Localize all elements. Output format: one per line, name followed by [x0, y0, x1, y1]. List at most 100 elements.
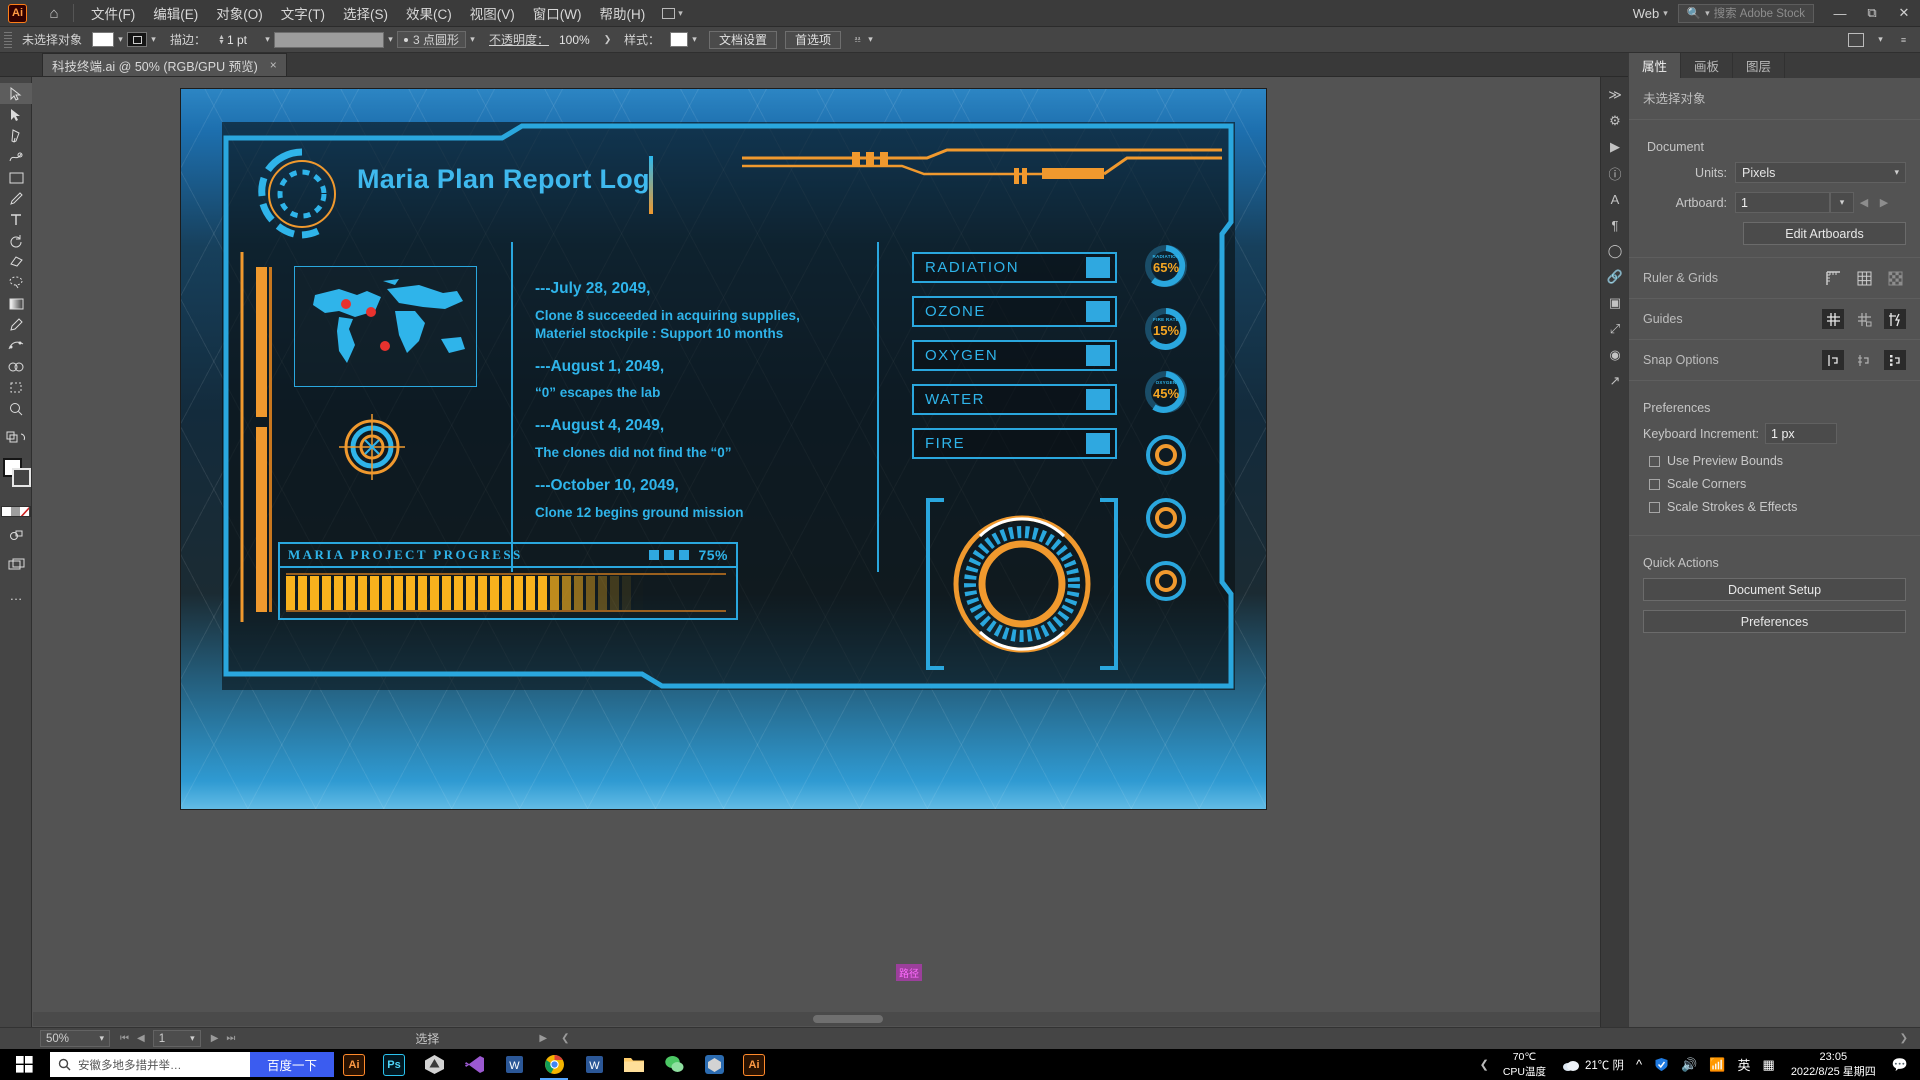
fill-stroke-swap-icon[interactable] — [0, 427, 32, 448]
lock-guides-icon[interactable] — [1853, 309, 1875, 329]
artboards-rail-icon[interactable]: ▣ — [1601, 290, 1629, 316]
maximize-button[interactable]: ⧉ — [1856, 0, 1888, 27]
style-chevron-icon[interactable]: ▾ — [688, 34, 701, 45]
status-back-icon[interactable]: ❮ — [561, 1033, 569, 1044]
quick-action-preferences[interactable]: Preferences — [1643, 610, 1906, 633]
menu-select[interactable]: 选择(S) — [334, 0, 397, 27]
show-transparency-grid-icon[interactable] — [1884, 268, 1906, 288]
close-button[interactable]: ✕ — [1888, 0, 1920, 27]
artboard-number-input[interactable]: 1 ▾ — [152, 1030, 201, 1047]
swatches-rail-icon[interactable]: ◉ — [1601, 342, 1629, 368]
curvature-tool[interactable] — [0, 146, 32, 167]
brush-chevron-icon[interactable]: ▾ — [466, 34, 479, 45]
edit-artboards-button[interactable]: Edit Artboards — [1743, 222, 1906, 245]
volume-icon[interactable]: 🔊 — [1675, 1057, 1703, 1073]
show-grid-icon[interactable] — [1853, 268, 1875, 288]
show-hidden-icons-icon[interactable]: ^ — [1630, 1057, 1648, 1072]
tab-layers[interactable]: 图层 — [1733, 53, 1786, 78]
workspace-label[interactable]: Web — [1633, 6, 1664, 21]
quick-action-document-setup[interactable]: Document Setup — [1643, 578, 1906, 601]
tool-status-label[interactable]: 选择 — [415, 1030, 439, 1047]
links-rail-icon[interactable]: 🔗 — [1601, 264, 1629, 290]
taskbar-app-illustrator[interactable]: Ai — [334, 1049, 374, 1080]
info-rail-icon[interactable]: ⓘ — [1601, 160, 1629, 186]
taskbar-app-word[interactable]: W — [494, 1049, 534, 1080]
artboard-input[interactable]: 1 — [1735, 192, 1830, 213]
direct-selection-tool[interactable] — [0, 104, 32, 125]
taskbar-app-chrome[interactable] — [534, 1049, 574, 1080]
opacity-value[interactable]: 100% — [559, 32, 601, 47]
gradient-button[interactable] — [10, 507, 21, 516]
rectangle-tool[interactable] — [0, 167, 32, 188]
appearance-rail-icon[interactable]: ◯ — [1601, 238, 1629, 264]
canvas-area[interactable]: Maria Plan Report Log ---July 28, 2049, … — [33, 77, 1628, 1027]
status-row-fire[interactable]: FIRE — [912, 428, 1117, 459]
previous-artboard-icon[interactable]: ◀ — [137, 1033, 145, 1044]
fill-color-swatch[interactable] — [92, 32, 115, 47]
checkbox-use-preview-bounds[interactable]: Use Preview Bounds — [1649, 454, 1906, 468]
smart-guides-icon[interactable] — [1884, 309, 1906, 329]
libraries-rail-icon[interactable]: ▶ — [1601, 134, 1629, 160]
rotate-tool[interactable] — [0, 230, 32, 251]
taskbar-app-illustrator-2[interactable]: Ai — [734, 1049, 774, 1080]
align-chevron-icon[interactable]: ▾ — [1874, 34, 1887, 45]
menu-type[interactable]: 文字(T) — [272, 0, 334, 27]
export-rail-icon[interactable]: ↗ — [1601, 368, 1629, 394]
opacity-flyout-icon[interactable]: ❯ — [601, 34, 614, 45]
status-forward-icon[interactable]: ▶ — [539, 1033, 547, 1044]
stroke-color-box[interactable] — [11, 468, 31, 487]
blend-tool[interactable] — [0, 335, 32, 356]
none-button[interactable] — [20, 507, 30, 516]
selection-mode-chevron-icon[interactable]: ▾ — [864, 34, 877, 45]
tab-artboards[interactable]: 画板 — [1681, 53, 1734, 78]
tray-expand-icon[interactable]: ❮ — [1480, 1058, 1493, 1071]
screen-mode-icon[interactable] — [0, 554, 32, 575]
zoom-tool[interactable] — [0, 398, 32, 419]
keyboard-increment-input[interactable]: 1 px — [1765, 423, 1838, 444]
gradient-tool[interactable] — [0, 293, 32, 314]
home-icon[interactable]: ⌂ — [43, 5, 65, 22]
snap-to-grid-icon[interactable] — [1853, 350, 1875, 370]
menu-object[interactable]: 对象(O) — [207, 0, 272, 27]
shape-builder-tool[interactable] — [0, 356, 32, 377]
taskbar-app-wechat[interactable] — [654, 1049, 694, 1080]
taskbar-app-unity-2[interactable] — [694, 1049, 734, 1080]
stroke-weight-value[interactable]: 1 pt — [226, 32, 261, 47]
taskbar-search-input[interactable]: 安徽多地多措并举… — [50, 1052, 250, 1077]
edit-toolbar-icon[interactable]: … — [0, 585, 32, 606]
horizontal-scrollbar[interactable] — [33, 1012, 1600, 1026]
paragraph-rail-icon[interactable]: ¶ — [1601, 212, 1629, 238]
color-button[interactable] — [1, 507, 11, 516]
status-row-oxygen[interactable]: OXYGEN — [912, 340, 1117, 371]
preferences-button[interactable]: 首选项 — [785, 30, 842, 49]
stroke-color-swatch[interactable] — [127, 32, 148, 47]
selection-tool[interactable] — [0, 83, 32, 104]
taskbar-app-vscode[interactable] — [454, 1049, 494, 1080]
drawing-mode-icon[interactable] — [0, 525, 32, 546]
properties-rail-icon[interactable]: ⚙ — [1601, 108, 1629, 134]
tab-properties[interactable]: 属性 — [1629, 53, 1682, 78]
weather-widget[interactable]: 21℃ 阴 — [1556, 1057, 1630, 1073]
menu-help[interactable]: 帮助(H) — [590, 0, 654, 27]
artboard-dropdown-button[interactable]: ▾ — [1830, 192, 1854, 213]
minimize-button[interactable]: — — [1824, 0, 1856, 27]
taskbar-app-unity[interactable] — [414, 1049, 454, 1080]
ime-keyboard-icon[interactable]: ▦ — [1757, 1057, 1781, 1073]
eyedropper-tool[interactable] — [0, 314, 32, 335]
menu-view[interactable]: 视图(V) — [461, 0, 524, 27]
lasso-tool[interactable] — [0, 272, 32, 293]
selection-mode-icon[interactable]: ⎂ — [851, 34, 864, 45]
stroke-weight-chevron-icon[interactable]: ▾ — [261, 34, 274, 45]
start-button[interactable] — [0, 1049, 48, 1080]
fill-stroke-colors[interactable] — [1, 454, 31, 500]
status-row-radiation[interactable]: RADIATION — [912, 252, 1117, 283]
close-icon[interactable]: × — [270, 58, 277, 72]
align-icon[interactable] — [1848, 32, 1864, 47]
control-bar-overflow-icon[interactable]: ≡ — [1897, 35, 1910, 45]
status-right-arrow-icon[interactable]: ❯ — [1900, 1033, 1908, 1044]
menu-effect[interactable]: 效果(C) — [397, 0, 461, 27]
snap-to-point-icon[interactable] — [1822, 350, 1844, 370]
taskbar-app-photoshop[interactable]: Ps — [374, 1049, 414, 1080]
document-tab[interactable]: 科技终端.ai @ 50% (RGB/GPU 预览) × — [42, 53, 287, 76]
next-artboard-button[interactable]: ▶ — [1874, 196, 1894, 209]
